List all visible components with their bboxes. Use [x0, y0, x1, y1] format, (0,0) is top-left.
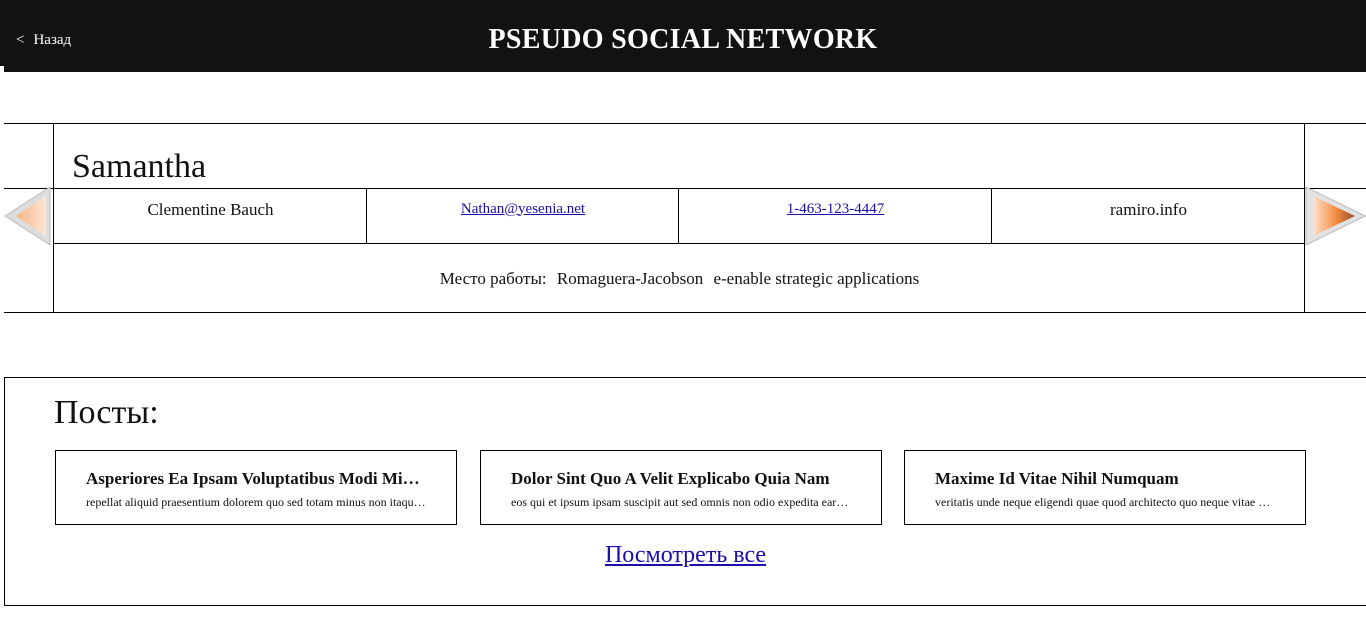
post-excerpt: eos qui et ipsum ipsam suscipit aut sed …	[511, 495, 851, 509]
post-excerpt: veritatis unde neque eligendi quae quod …	[935, 495, 1275, 509]
post-excerpt: repellat aliquid praesentium dolorem quo…	[86, 495, 426, 509]
profile-name: Clementine Bauch	[147, 200, 274, 219]
email-link[interactable]: Nathan@yesenia.net	[461, 201, 585, 218]
next-user-button[interactable]	[1305, 186, 1366, 251]
post-card[interactable]: Dolor Sint Quo A Velit Explicabo Quia Na…	[480, 450, 882, 525]
header-notch	[0, 66, 4, 72]
post-title: Maxime Id Vitae Nihil Numquam	[935, 469, 1179, 488]
post-title: Dolor Sint Quo A Velit Explicabo Quia Na…	[511, 469, 830, 488]
post-card[interactable]: Asperiores Ea Ipsam Voluptatibus Modi Mi…	[55, 450, 457, 525]
profile-email-cell: Nathan@yesenia.net	[367, 189, 679, 243]
work-info: Место работы: Romaguera-Jacobson e-enabl…	[54, 269, 1305, 289]
profile-card: Samantha Clementine Bauch Nathan@yesenia…	[4, 123, 1366, 313]
posts-section: Посты: Asperiores Ea Ipsam Voluptatibus …	[4, 377, 1366, 606]
profile-website-cell: ramiro.info	[992, 189, 1305, 243]
company-catch-phrase: e-enable strategic applications	[713, 269, 920, 288]
divider	[53, 243, 1305, 244]
profile-phone-cell: 1-463-123-4447	[679, 189, 992, 243]
see-all-container: Посмотреть все	[5, 542, 1366, 569]
company-name: Romaguera-Jacobson	[556, 269, 704, 288]
top-bar: < Назад PSEUDO SOCIAL NETWORK	[0, 0, 1366, 72]
profile-website: ramiro.info	[1110, 200, 1187, 219]
post-card[interactable]: Maxime Id Vitae Nihil Numquam veritatis …	[904, 450, 1306, 525]
post-title: Asperiores Ea Ipsam Voluptatibus Modi Mi…	[86, 469, 426, 488]
prev-user-button[interactable]	[4, 186, 51, 251]
see-all-posts-link[interactable]: Посмотреть все	[605, 542, 766, 568]
profile-username: Samantha	[72, 148, 207, 185]
work-label: Место работы:	[439, 269, 547, 288]
posts-heading: Посты:	[54, 394, 159, 431]
profile-name-cell: Clementine Bauch	[54, 189, 367, 243]
phone-link[interactable]: 1-463-123-4447	[787, 201, 885, 218]
site-title: PSEUDO SOCIAL NETWORK	[488, 24, 878, 55]
arrow-right-icon	[1305, 186, 1366, 246]
arrow-left-icon	[4, 186, 51, 246]
